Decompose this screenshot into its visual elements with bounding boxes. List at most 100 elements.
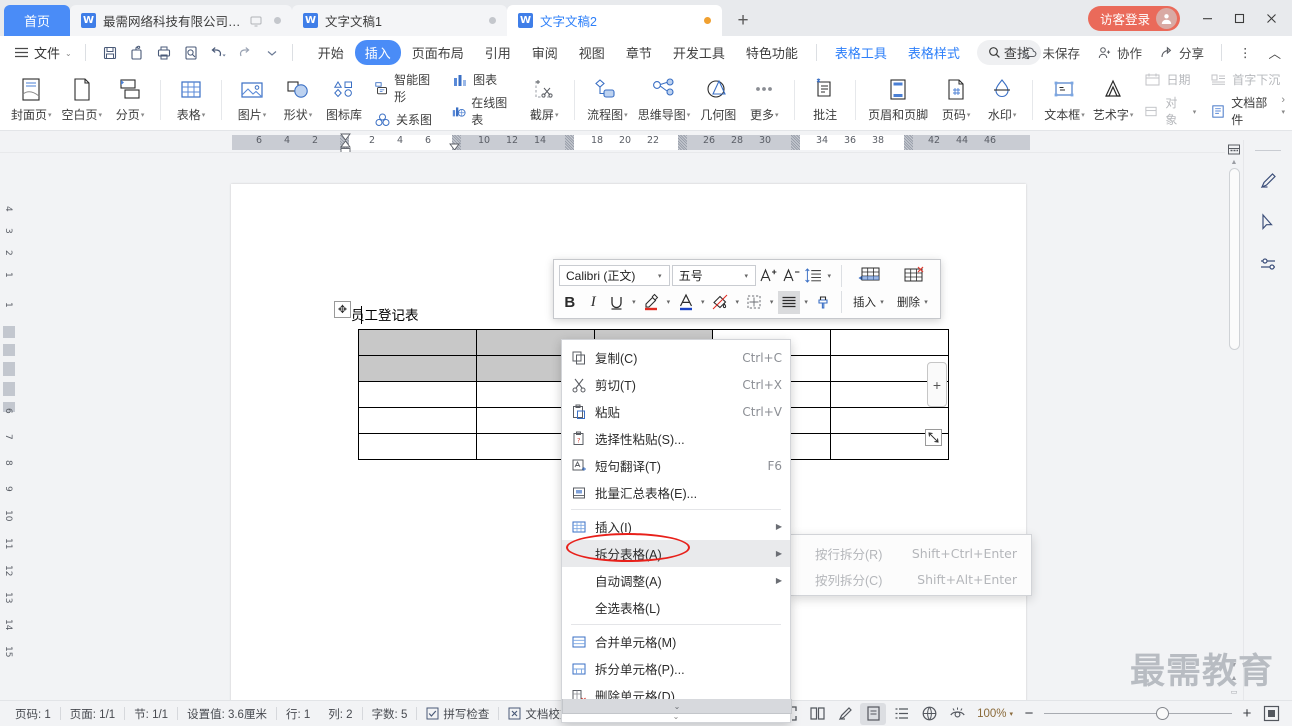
- insert-cells-button[interactable]: [849, 266, 891, 285]
- page-nav-icon[interactable]: [1227, 142, 1242, 157]
- table-button[interactable]: 表格 ▾: [168, 72, 214, 128]
- pen-tool-icon[interactable]: [1254, 167, 1282, 193]
- ribbon-tab-review[interactable]: 审阅: [522, 40, 568, 65]
- ribbon-tab-features[interactable]: 特色功能: [736, 40, 808, 65]
- tab-document-1[interactable]: W 最需网络科技有限公司.docx: [70, 5, 292, 36]
- context-menu-item-translate[interactable]: 短句翻译(T) F6: [562, 452, 790, 479]
- shrink-font-button[interactable]: [781, 264, 802, 287]
- mindmap-button[interactable]: 思维导图 ▾: [633, 72, 696, 128]
- flowchart-button[interactable]: 流程图 ▾: [582, 72, 633, 128]
- ribbon-tab-view[interactable]: 视图: [569, 40, 615, 65]
- watermark-button[interactable]: 水印 ▾: [979, 72, 1025, 128]
- submenu-item-split-by-row[interactable]: 按行拆分(R) Shift+Ctrl+Enter: [791, 540, 1031, 566]
- table-cell[interactable]: [358, 381, 477, 408]
- format-painter-button[interactable]: [813, 291, 834, 314]
- page-break-button[interactable]: 分页 ▾: [107, 72, 153, 128]
- font-color-button[interactable]: [675, 291, 696, 314]
- horizontal-ruler[interactable]: 6 4 2 2 4 6 10 12 14 18 20 22 26 28 30 3…: [0, 131, 1292, 153]
- maximize-button[interactable]: [1224, 2, 1254, 34]
- chevron-down-icon[interactable]: ▾: [802, 298, 811, 306]
- relation-chart-button[interactable]: 关系图: [371, 110, 440, 129]
- save-as-icon[interactable]: [124, 41, 150, 65]
- zoom-slider[interactable]: − +: [1020, 703, 1256, 725]
- vertical-scrollbar[interactable]: ▲ ▼ ▲ ▭: [1225, 140, 1243, 700]
- new-tab-button[interactable]: +: [728, 6, 758, 36]
- minimize-button[interactable]: [1192, 2, 1222, 34]
- left-indent-marker[interactable]: [340, 148, 351, 152]
- settings-slider-icon[interactable]: [1254, 251, 1282, 277]
- context-menu-item-paste-special[interactable]: ? 选择性粘贴(S)...: [562, 425, 790, 452]
- grow-font-button[interactable]: [758, 264, 779, 287]
- ribbon-tab-section[interactable]: 章节: [616, 40, 662, 65]
- context-menu-item-insert[interactable]: 插入(I) ▶: [562, 513, 790, 540]
- table-cell[interactable]: [358, 329, 477, 356]
- cursor-select-icon[interactable]: [1254, 209, 1282, 235]
- zoom-slider-knob[interactable]: [1156, 707, 1169, 720]
- tab-home[interactable]: 首页: [4, 5, 70, 36]
- more-options-button[interactable]: ⋮: [1232, 42, 1259, 63]
- shapes-button[interactable]: 形状 ▾: [275, 72, 321, 128]
- status-row[interactable]: 行: 1: [277, 706, 319, 722]
- status-page-number[interactable]: 页码: 1: [6, 706, 60, 722]
- ribbon-tab-table-styles[interactable]: 表格样式: [898, 40, 970, 65]
- underline-button[interactable]: [606, 291, 627, 314]
- tab-document-2[interactable]: W 文字文稿1: [292, 5, 507, 36]
- context-menu-item-split-table[interactable]: 拆分表格(A) ▶: [562, 540, 790, 567]
- eye-protect-icon[interactable]: [944, 703, 970, 725]
- comment-button[interactable]: 批注: [802, 72, 848, 128]
- web-layout-icon[interactable]: [916, 703, 942, 725]
- close-button[interactable]: [1256, 2, 1286, 34]
- zoom-in-button[interactable]: +: [1238, 703, 1256, 725]
- screenshot-button[interactable]: 截屏 ▾: [521, 72, 567, 128]
- context-menu-item-select-all-table[interactable]: 全选表格(L): [562, 594, 790, 621]
- insert-label-group[interactable]: 插入 ▾: [849, 294, 891, 310]
- smartart-button[interactable]: 智能图形: [371, 70, 440, 106]
- ribbon-tab-insert[interactable]: 插入: [354, 40, 401, 65]
- ribbon-tab-developer[interactable]: 开发工具: [663, 40, 735, 65]
- status-page-count[interactable]: 页面: 1/1: [61, 706, 124, 722]
- table-cell[interactable]: [358, 433, 477, 460]
- italic-button[interactable]: I: [582, 291, 603, 314]
- outline-view-icon[interactable]: [888, 703, 914, 725]
- cover-page-button[interactable]: 封面页 ▾: [6, 72, 57, 128]
- first-line-indent-marker[interactable]: [340, 133, 351, 141]
- fit-page-button[interactable]: [1258, 703, 1284, 725]
- status-word-count[interactable]: 字数: 5: [363, 706, 417, 722]
- blank-page-button[interactable]: 空白页 ▾: [57, 72, 108, 128]
- geometry-button[interactable]: 几何图: [695, 72, 741, 128]
- context-menu-item-copy[interactable]: 复制(C) Ctrl+C: [562, 344, 790, 371]
- context-menu-item-paste[interactable]: 粘贴 Ctrl+V: [562, 398, 790, 425]
- align-button[interactable]: [778, 290, 800, 314]
- context-menu-item-batch-summary[interactable]: 批量汇总表格(E)...: [562, 479, 790, 506]
- ribbon-scroll-right-button[interactable]: ›: [1276, 69, 1290, 130]
- undo-icon[interactable]: [205, 41, 231, 65]
- header-footer-button[interactable]: 页眉和页脚: [863, 72, 933, 128]
- online-chart-button[interactable]: 在线图表: [448, 93, 517, 129]
- page-number-button[interactable]: 页码 ▾: [933, 72, 979, 128]
- table-cell[interactable]: [358, 355, 477, 382]
- status-spellcheck[interactable]: 拼写检查: [417, 706, 498, 722]
- save-icon[interactable]: [97, 41, 123, 65]
- guest-login-button[interactable]: 访客登录: [1087, 5, 1180, 31]
- context-menu-item-merge-cells[interactable]: 合并单元格(M): [562, 628, 790, 655]
- ribbon-tab-table-tools[interactable]: 表格工具: [825, 40, 897, 65]
- customize-qat-icon[interactable]: [259, 41, 285, 65]
- borders-button[interactable]: [744, 291, 765, 314]
- ribbon-tab-page-layout[interactable]: 页面布局: [402, 40, 474, 65]
- status-setting-value[interactable]: 设置值: 3.6厘米: [178, 706, 276, 722]
- right-indent-marker[interactable]: [449, 143, 460, 150]
- collapse-ribbon-button[interactable]: ︿: [1261, 40, 1288, 65]
- line-spacing-button[interactable]: ▾: [804, 264, 834, 287]
- table-resize-handle[interactable]: [925, 429, 942, 446]
- save-status-button[interactable]: 未保存: [1015, 40, 1087, 65]
- font-name-combo[interactable]: Calibri (正文) ▾: [559, 265, 670, 287]
- tab-stop-marker[interactable]: [791, 135, 800, 150]
- context-menu-item-autofit[interactable]: 自动调整(A) ▶: [562, 567, 790, 594]
- print-preview-icon[interactable]: [178, 41, 204, 65]
- highlight-button[interactable]: [640, 291, 661, 314]
- scrollbar-track[interactable]: [1228, 168, 1240, 660]
- status-section[interactable]: 节: 1/1: [125, 706, 177, 722]
- ribbon-tab-start[interactable]: 开始: [308, 40, 354, 65]
- tab-stop-marker[interactable]: [904, 135, 913, 150]
- more-shapes-button[interactable]: 更多 ▾: [741, 72, 787, 128]
